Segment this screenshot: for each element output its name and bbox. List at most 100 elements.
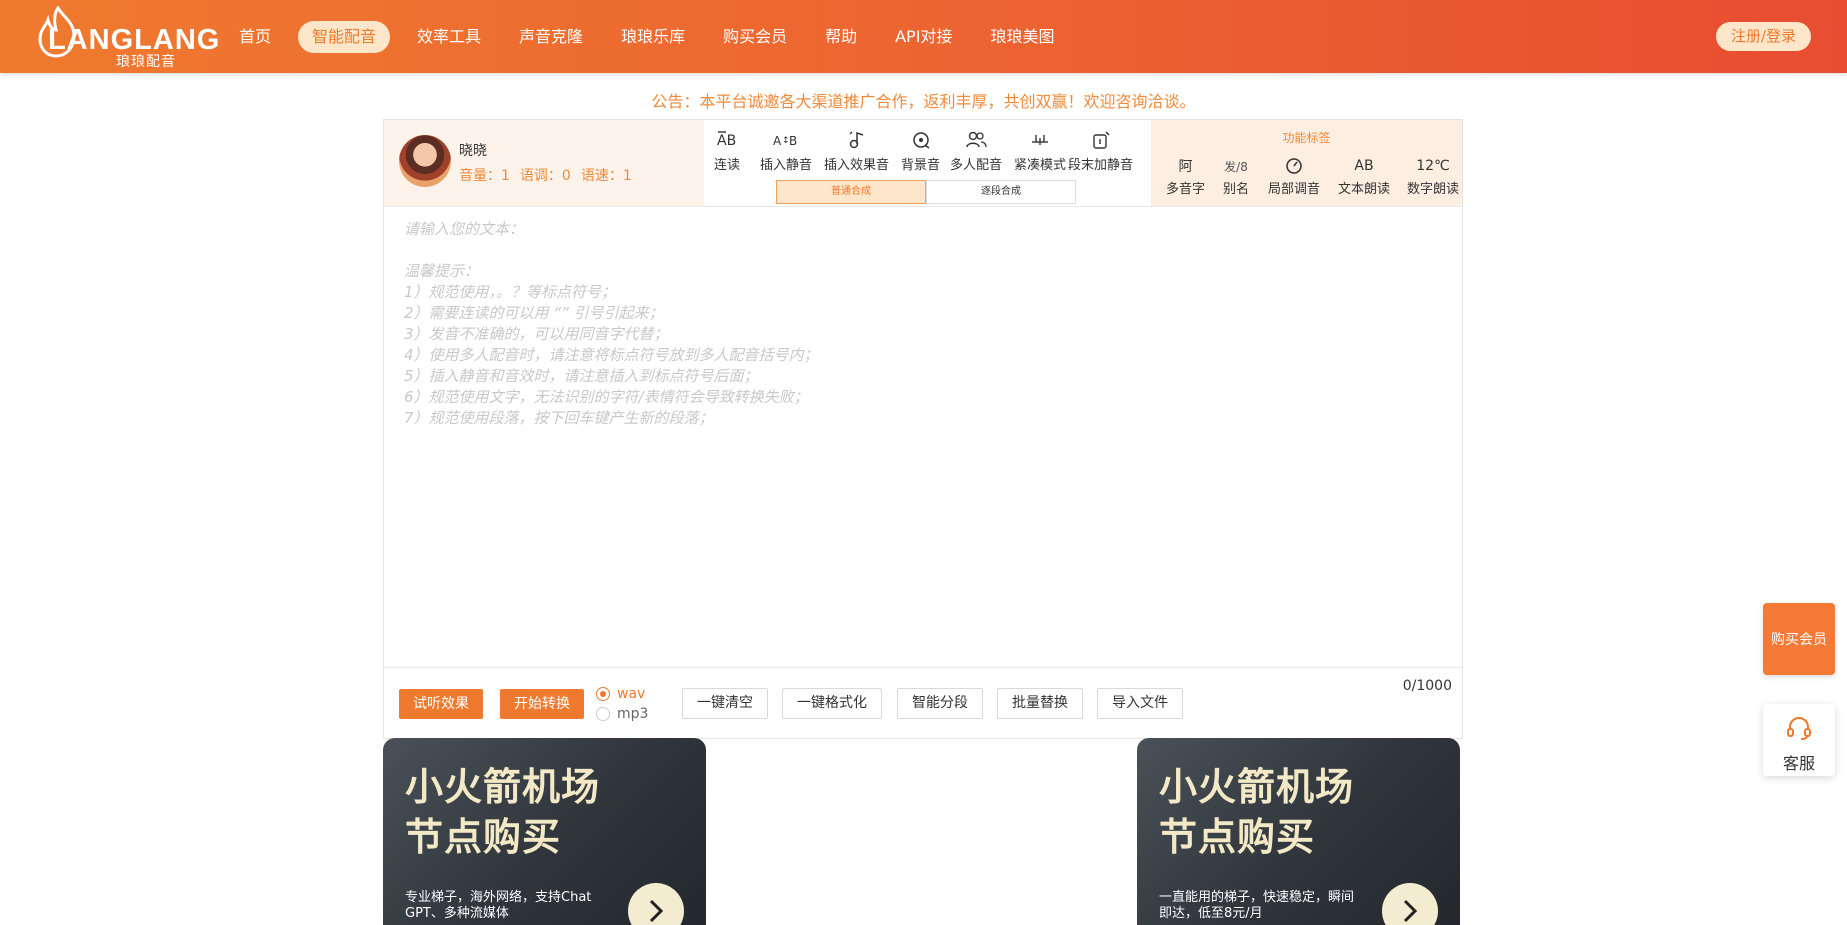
ab-link-icon: AB [717, 131, 736, 149]
nav-voice-clone[interactable]: 声音克隆 [508, 21, 594, 53]
feature-label: 局部调音 [1268, 182, 1321, 197]
ad-title-line: 节点购买 [1159, 815, 1316, 859]
import-file-button[interactable]: 导入文件 [1097, 688, 1183, 719]
announcement: 公告：本平台诚邀各大渠道推广合作，返利丰厚，共创双赢！欢迎咨询洽谈。 [651, 92, 1196, 111]
ad-title: 小火箭机场 节点购买 [1159, 762, 1354, 862]
ad-description: 一直能用的梯子，快速稳定，瞬间即达，低至8元/月 [1159, 890, 1355, 921]
polyphone-icon: 阿 [1178, 159, 1193, 175]
feature-text-reading[interactable]: AB 文本朗读 [1338, 154, 1390, 197]
smart-segment-button[interactable]: 智能分段 [897, 688, 983, 719]
nav-home[interactable]: 首页 [228, 21, 282, 53]
float-buy-membership-button[interactable]: 购买会员 [1763, 603, 1835, 675]
clear-all-button[interactable]: 一键清空 [682, 688, 768, 719]
feature-alias[interactable]: 发/8 别名 [1223, 154, 1250, 198]
text-editor[interactable]: 请输入您的文本： 温馨提示： 1）规范使用，。？等标点符号； 2）需要连读的可以… [384, 207, 1462, 667]
chevron-right-icon [649, 899, 664, 923]
chevron-right-icon [1403, 899, 1418, 923]
voice-selector[interactable]: 晓晓 音量：1 语调：0 语速：1 [384, 120, 704, 206]
voice-volume: 音量：1 [459, 168, 510, 184]
action-bar: 试听效果 开始转换 wav mp3 一键清空 一键格式化 智能分段 批量替换 导… [384, 667, 1462, 739]
ad-title-line: 节点购买 [405, 815, 562, 859]
float-service-label: 客服 [1782, 754, 1815, 773]
ad-title: 小火箭机场 节点购买 [405, 762, 600, 862]
tool-label: 紧凑模式 [1014, 158, 1067, 173]
tool-paragraph-silence[interactable]: 段末加静音 [1068, 128, 1133, 173]
ad-banner-left[interactable]: 小火箭机场 节点购买 专业梯子，海外网络，支持Chat GPT、多种流媒体 [383, 738, 706, 925]
top-header: LANGLANG 琅琅配音 首页 智能配音 效率工具 声音克隆 琅琅乐库 购买会… [0, 0, 1847, 73]
convert-button[interactable]: 开始转换 [500, 689, 584, 719]
dubbing-panel: 晓晓 音量：1 语调：0 语速：1 AB 连读 AB↕ 插入静音 插入效果音 [383, 119, 1463, 739]
nav-images[interactable]: 琅琅美图 [979, 21, 1065, 53]
text-input[interactable] [384, 207, 1462, 667]
format-wav-radio[interactable]: wav [596, 684, 648, 704]
tool-label: 背景音 [901, 158, 941, 173]
tab-segment-synthesis[interactable]: 逐段合成 [926, 180, 1076, 204]
tool-label: 连读 [714, 158, 741, 173]
svg-text:B: B [789, 134, 797, 148]
number-reading-icon: 12℃ [1416, 158, 1450, 174]
compact-icon [1032, 135, 1048, 145]
feature-number-reading[interactable]: 12℃ 数字朗读 [1407, 154, 1459, 197]
feature-polyphone[interactable]: 阿 多音字 [1166, 154, 1205, 197]
voice-params: 音量：1 语调：0 语速：1 [459, 165, 632, 185]
ad-arrow-button[interactable] [1382, 883, 1438, 925]
radio-label: mp3 [617, 706, 649, 722]
tool-liaison[interactable]: AB 连读 [714, 128, 740, 173]
svg-text:↕: ↕ [782, 136, 790, 146]
tab-normal-synthesis[interactable]: 普通合成 [776, 180, 926, 204]
feature-label: 文本朗读 [1338, 182, 1391, 197]
feature-tags: 功能标签 阿 多音字 发/8 别名 局部调音 AB 文本朗读 12℃ 数字朗读 [1151, 120, 1462, 206]
char-counter: 0/1000 [1402, 678, 1452, 694]
nav-help[interactable]: 帮助 [814, 21, 868, 53]
tool-multi-voice[interactable]: 多人配音 [950, 128, 1002, 173]
batch-replace-button[interactable]: 批量替换 [997, 688, 1083, 719]
ab-silence-icon: A B↕ [773, 134, 797, 148]
format-mp3-radio[interactable]: mp3 [596, 704, 648, 724]
langlang-logo[interactable]: LANGLANG 琅琅配音 [34, 6, 219, 70]
feature-tags-title: 功能标签 [1282, 131, 1331, 145]
tool-insert-silence[interactable]: A B ↕ 插入静音 [760, 128, 812, 173]
feature-label: 别名 [1223, 182, 1250, 197]
nav-smart-dubbing[interactable]: 智能配音 [298, 21, 391, 53]
svg-text:AB: AB [717, 133, 736, 149]
gauge-icon [1286, 158, 1302, 174]
nav-api[interactable]: API对接 [884, 21, 963, 53]
radio-dot [596, 707, 610, 721]
alias-icon: 发/8 [1224, 159, 1248, 174]
tool-label: 段末加静音 [1068, 158, 1134, 173]
editor-toolbar: 晓晓 音量：1 语调：0 语速：1 AB 连读 AB↕ 插入静音 插入效果音 [384, 120, 1462, 207]
radio-label: wav [617, 686, 646, 702]
svg-text:A: A [773, 134, 782, 148]
tool-label: 多人配音 [950, 158, 1003, 173]
ad-title-line: 小火箭机场 [1159, 765, 1355, 809]
register-login-button[interactable]: 注册/登录 [1715, 22, 1811, 51]
main-nav: 首页 智能配音 效率工具 声音克隆 琅琅乐库 购买会员 帮助 API对接 琅琅美… [228, 21, 1081, 53]
tool-compact-mode[interactable]: 紧凑模式 [1014, 128, 1066, 173]
tool-insert-effect[interactable]: 插入效果音 [824, 128, 889, 173]
headset-icon [1787, 717, 1811, 740]
preview-button[interactable]: 试听效果 [399, 689, 483, 719]
music-note-icon [849, 131, 863, 149]
ad-arrow-button[interactable] [628, 883, 684, 925]
format-radio-group: wav mp3 [596, 684, 648, 724]
nav-efficiency-tools[interactable]: 效率工具 [406, 21, 492, 53]
logo-subtitle: 琅琅配音 [116, 54, 176, 70]
nav-music-library[interactable]: 琅琅乐库 [610, 21, 696, 53]
voice-avatar [399, 135, 451, 187]
feature-label: 数字朗读 [1407, 182, 1460, 197]
ad-banner-right[interactable]: 小火箭机场 节点购买 一直能用的梯子，快速稳定，瞬间即达，低至8元/月 [1137, 738, 1460, 925]
background-music-icon [912, 132, 929, 149]
text-reading-icon: AB [1354, 158, 1374, 174]
tool-background-music[interactable]: 背景音 [901, 128, 940, 173]
voice-name: 晓晓 [459, 143, 487, 159]
feature-local-tuning[interactable]: 局部调音 [1268, 154, 1320, 197]
voice-pitch: 语调：0 [519, 168, 571, 184]
format-all-button[interactable]: 一键格式化 [782, 688, 882, 719]
synthesis-mode-tabs: 普通合成 逐段合成 [776, 180, 1076, 204]
ad-description: 专业梯子，海外网络，支持Chat GPT、多种流媒体 [405, 890, 592, 921]
tool-label: 插入静音 [760, 158, 813, 173]
tool-group: AB 连读 A B ↕ 插入静音 插入效果音 背景音 多人配音 紧凑模式 段末加… [704, 120, 1133, 206]
float-customer-service-button[interactable]: 客服 [1763, 704, 1835, 776]
paragraph-silence-icon [1092, 131, 1109, 149]
nav-buy-membership[interactable]: 购买会员 [712, 21, 798, 53]
